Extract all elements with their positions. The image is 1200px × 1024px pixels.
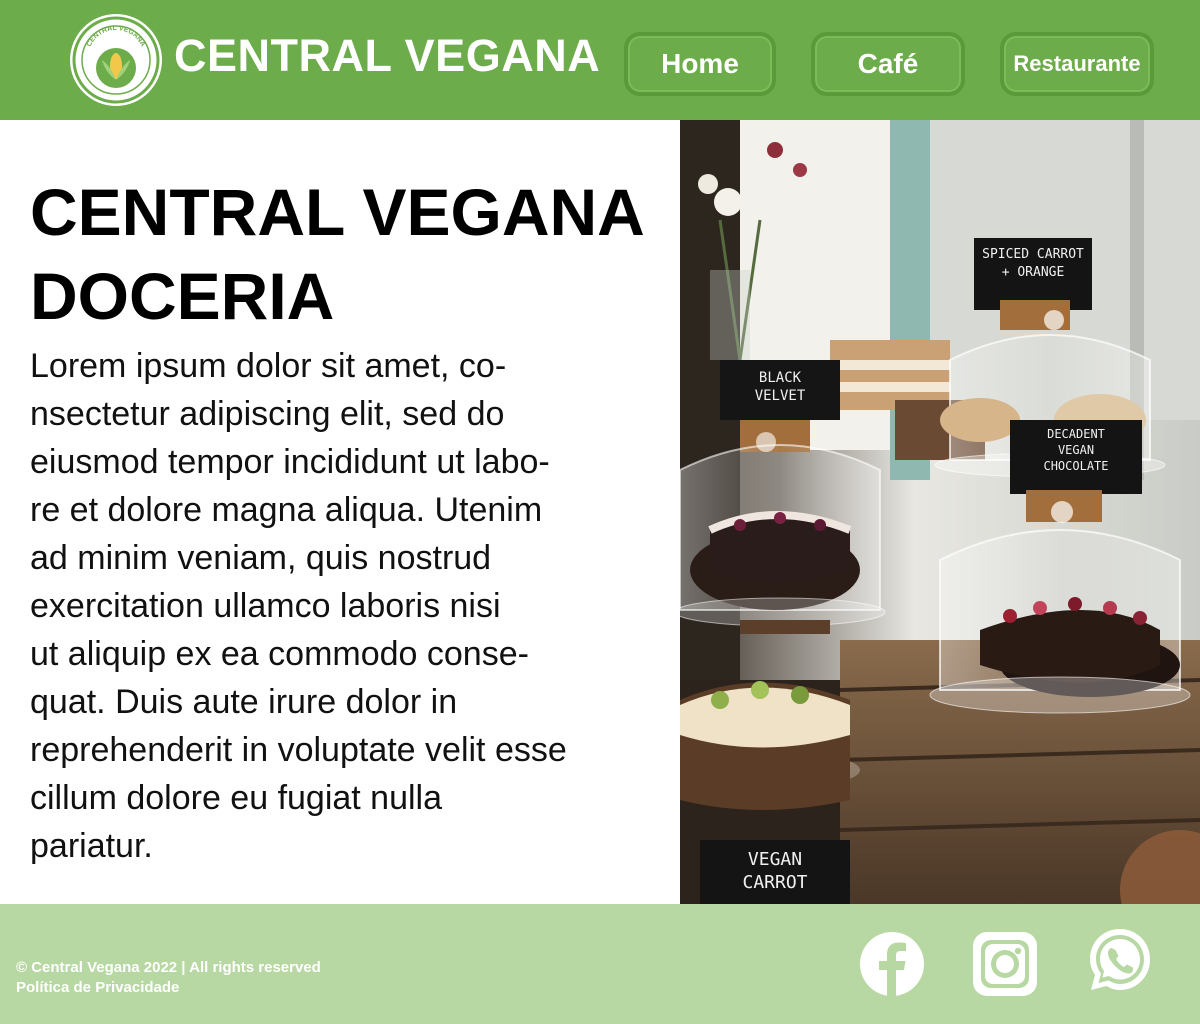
page-title: CENTRAL VEGANA DOCERIA [30,170,670,338]
sign-spiced-carrot-line1: SPICED CARROT [982,247,1084,262]
paragraph-line: reprehenderit in voluptate velit esse [30,731,567,769]
sign-black-velvet-line1: BLACK [759,370,802,386]
paragraph-line: cillum dolore eu fugiat nulla [30,779,443,817]
nav-home-button[interactable]: Home [624,32,776,96]
paragraph-line: ut aliquip ex ea commodo conse- [30,635,529,673]
paragraph-line: exercitation ullamco laboris nisi [30,587,501,625]
cake-display-photo: BLACK VELVET SPICED CARROT + ORANGE DECA… [680,120,1200,904]
paragraph-line: quat. Duis aute irure dolor in [30,683,458,721]
instagram-icon[interactable] [971,930,1039,998]
paragraph-line: pariatur. [30,827,153,865]
sign-vegan-carrot-line2: CARROT [742,872,807,893]
page-title-line: CENTRAL VEGANA [30,175,645,249]
nav-restaurante-button[interactable]: Restaurante [1000,32,1154,96]
brand-name[interactable]: CENTRAL VEGANA [174,30,600,82]
site-footer: © Central Vegana 2022 | All rights reser… [0,904,1200,1024]
sign-spiced-carrot-line2: + ORANGE [1002,265,1065,280]
paragraph-line: ad minim veniam, quis nostrud [30,539,492,577]
intro-paragraph: Lorem ipsum dolor sit amet, co- nsectetu… [30,342,670,870]
nav-cafe-button[interactable]: Café [811,32,965,96]
footer-info: © Central Vegana 2022 | All rights reser… [16,958,321,998]
privacy-link[interactable]: Política de Privacidade [16,978,321,998]
sign-vegan-carrot-line1: VEGAN [748,849,802,870]
sign-black-velvet-line2: VELVET [755,388,806,404]
paragraph-line: eiusmod tempor incididunt ut labo- [30,443,550,481]
paragraph-line: nsectetur adipiscing elit, sed do [30,395,505,433]
sign-decadent-line3: CHOCOLATE [1043,459,1108,473]
facebook-icon[interactable] [858,930,926,998]
page-title-line: DOCERIA [30,259,335,333]
sign-decadent-line1: DECADENT [1047,427,1105,441]
logo[interactable]: CENTRAL VEGANA [70,14,162,106]
copyright-text: © Central Vegana 2022 | All rights reser… [16,959,321,976]
corn-logo-icon: CENTRAL VEGANA [72,16,160,104]
paragraph-line: Lorem ipsum dolor sit amet, co- [30,347,507,385]
sign-decadent-line2: VEGAN [1058,443,1094,457]
paragraph-line: re et dolore magna aliqua. Utenim [30,491,543,529]
site-header: CENTRAL VEGANA CENTRAL VEGANA Home Café … [0,0,1200,120]
whatsapp-icon[interactable] [1086,926,1154,994]
